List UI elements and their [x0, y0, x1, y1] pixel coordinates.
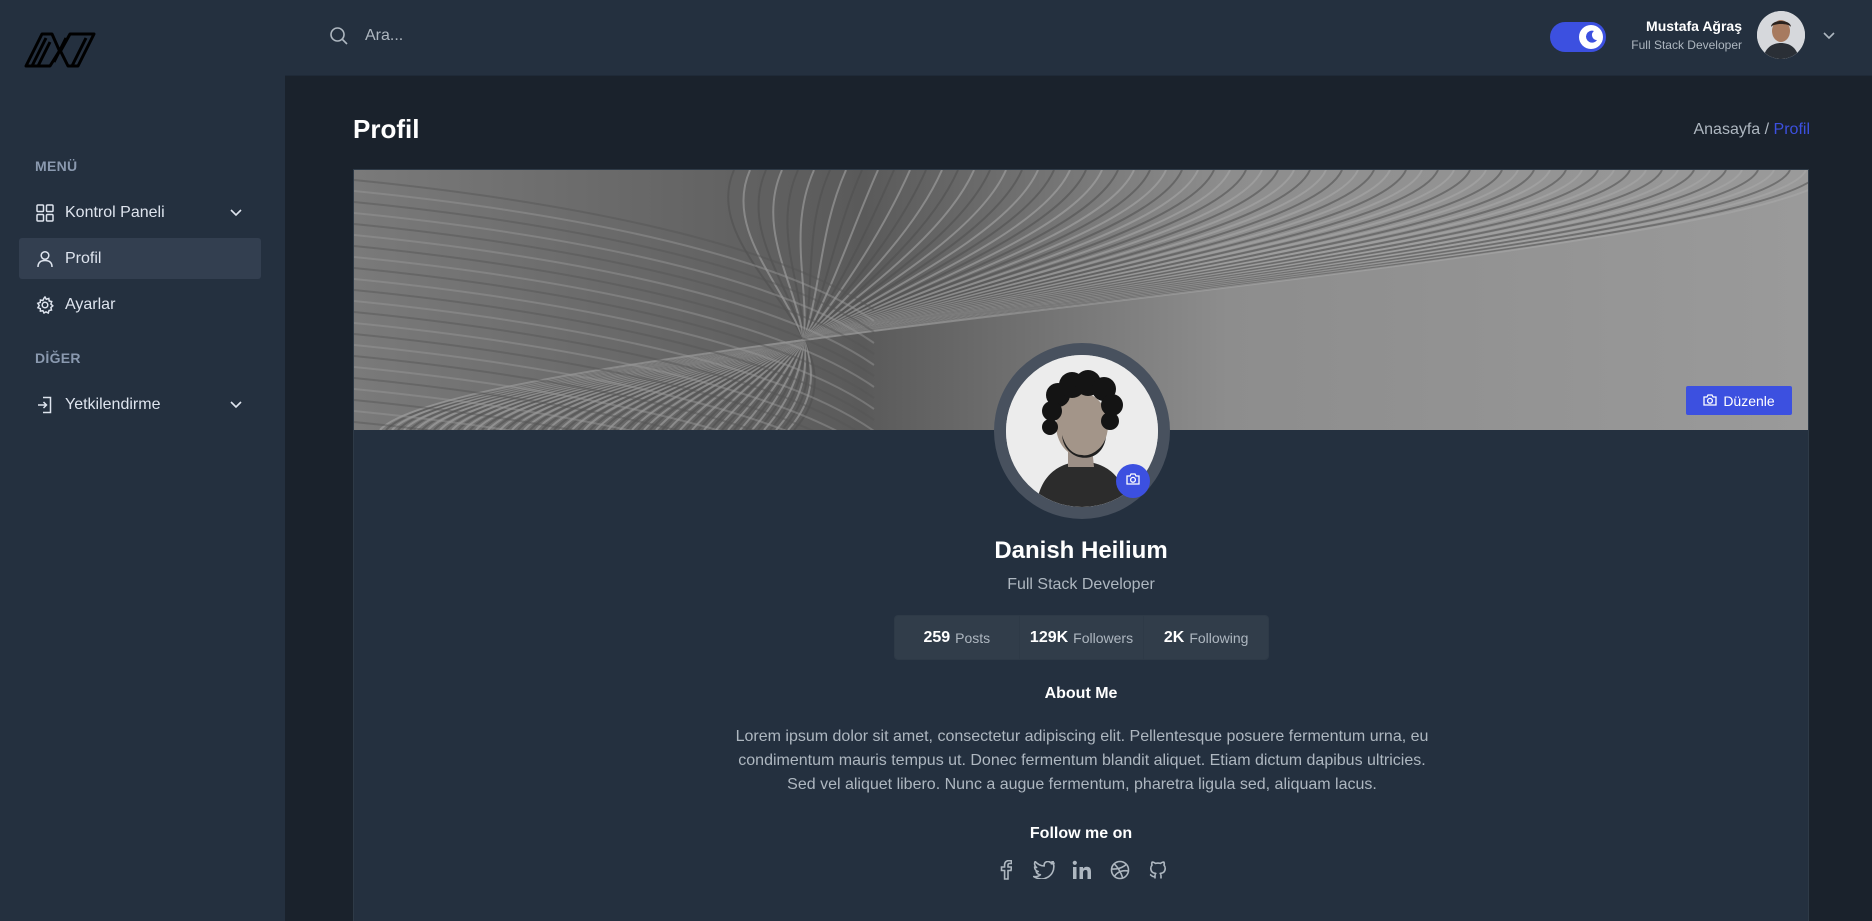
sidebar-item-ayarlar[interactable]: Ayarlar [19, 284, 261, 325]
twitter-icon[interactable] [1032, 858, 1056, 882]
menu-group-title: DİĞER [35, 350, 81, 366]
chevron-down-icon [229, 397, 243, 411]
facebook-icon[interactable] [994, 858, 1018, 882]
chevron-down-icon [229, 205, 243, 219]
camera-icon [1703, 393, 1717, 409]
breadcrumb-current: Profil [1773, 121, 1810, 138]
search-input[interactable] [365, 22, 765, 50]
page-title: Profil [353, 114, 420, 144]
sidebar-item-label: Profil [65, 249, 102, 267]
edit-cover-button[interactable]: Düzenle [1686, 386, 1792, 415]
stat-label: Following [1189, 629, 1249, 646]
gear-icon [35, 295, 55, 315]
stat-value: 2K [1163, 628, 1185, 646]
brand-logo[interactable] [24, 26, 96, 72]
stat-label: Followers [1073, 629, 1134, 646]
stat-value: 259 [923, 628, 951, 646]
dribbble-icon[interactable] [1108, 858, 1132, 882]
profile-avatar [994, 343, 1170, 519]
profile-name: Danish Heilium [994, 537, 1168, 564]
search-icon[interactable] [329, 26, 349, 46]
sidebar-item-label: Kontrol Paneli [65, 203, 165, 221]
sidebar-item-kontrol-paneli[interactable]: Kontrol Paneli [19, 192, 261, 233]
profile-card: Düzenle Danish Heilium Full Stack Develo… [353, 169, 1809, 921]
follow-title: Follow me on [1029, 825, 1133, 842]
dashboard-icon [35, 203, 55, 223]
profile-stats: 259 Posts 129K Followers 2K Following [894, 615, 1269, 660]
breadcrumb-home-link[interactable]: Anasayfa / [1693, 121, 1769, 138]
sidebar-item-yetkilendirme[interactable]: Yetkilendirme [19, 384, 261, 425]
stat-followers: 129K Followers [1020, 616, 1145, 659]
dark-mode-toggle[interactable] [1550, 22, 1606, 52]
camera-icon [1126, 472, 1140, 490]
profile-role: Full Stack Developer [1007, 576, 1155, 593]
stat-posts: 259 Posts [895, 616, 1020, 659]
social-links [994, 858, 1170, 882]
change-avatar-button[interactable] [1116, 464, 1150, 498]
top-header: Mustafa Ağraş Full Stack Developer [285, 0, 1872, 75]
sidebar-item-label: Ayarlar [65, 295, 116, 313]
login-icon [35, 395, 55, 415]
user-icon [35, 249, 55, 269]
sidebar-item-profil[interactable]: Profil [19, 238, 261, 279]
sidebar: MENÜ Kontrol Paneli Profil Ayarlar DİĞER… [0, 0, 285, 921]
stat-label: Posts [955, 629, 991, 646]
menu-group-title: MENÜ [35, 158, 78, 174]
stat-following: 2K Following [1144, 616, 1268, 659]
moon-icon [1579, 25, 1603, 49]
user-role: Full Stack Developer [1631, 38, 1742, 52]
chevron-down-icon[interactable] [1822, 28, 1836, 42]
stat-value: 129K [1029, 628, 1069, 646]
edit-cover-label: Düzenle [1723, 392, 1775, 409]
breadcrumb: Anasayfa / Profil [1693, 121, 1810, 139]
about-text: Lorem ipsum dolor sit amet, consectetur … [735, 728, 1429, 793]
user-name: Mustafa Ağraş [1646, 18, 1742, 34]
about-title: About Me [1044, 685, 1118, 702]
user-avatar[interactable] [1757, 11, 1805, 59]
linkedin-icon[interactable] [1070, 858, 1094, 882]
github-icon[interactable] [1146, 858, 1170, 882]
sidebar-item-label: Yetkilendirme [65, 395, 161, 413]
